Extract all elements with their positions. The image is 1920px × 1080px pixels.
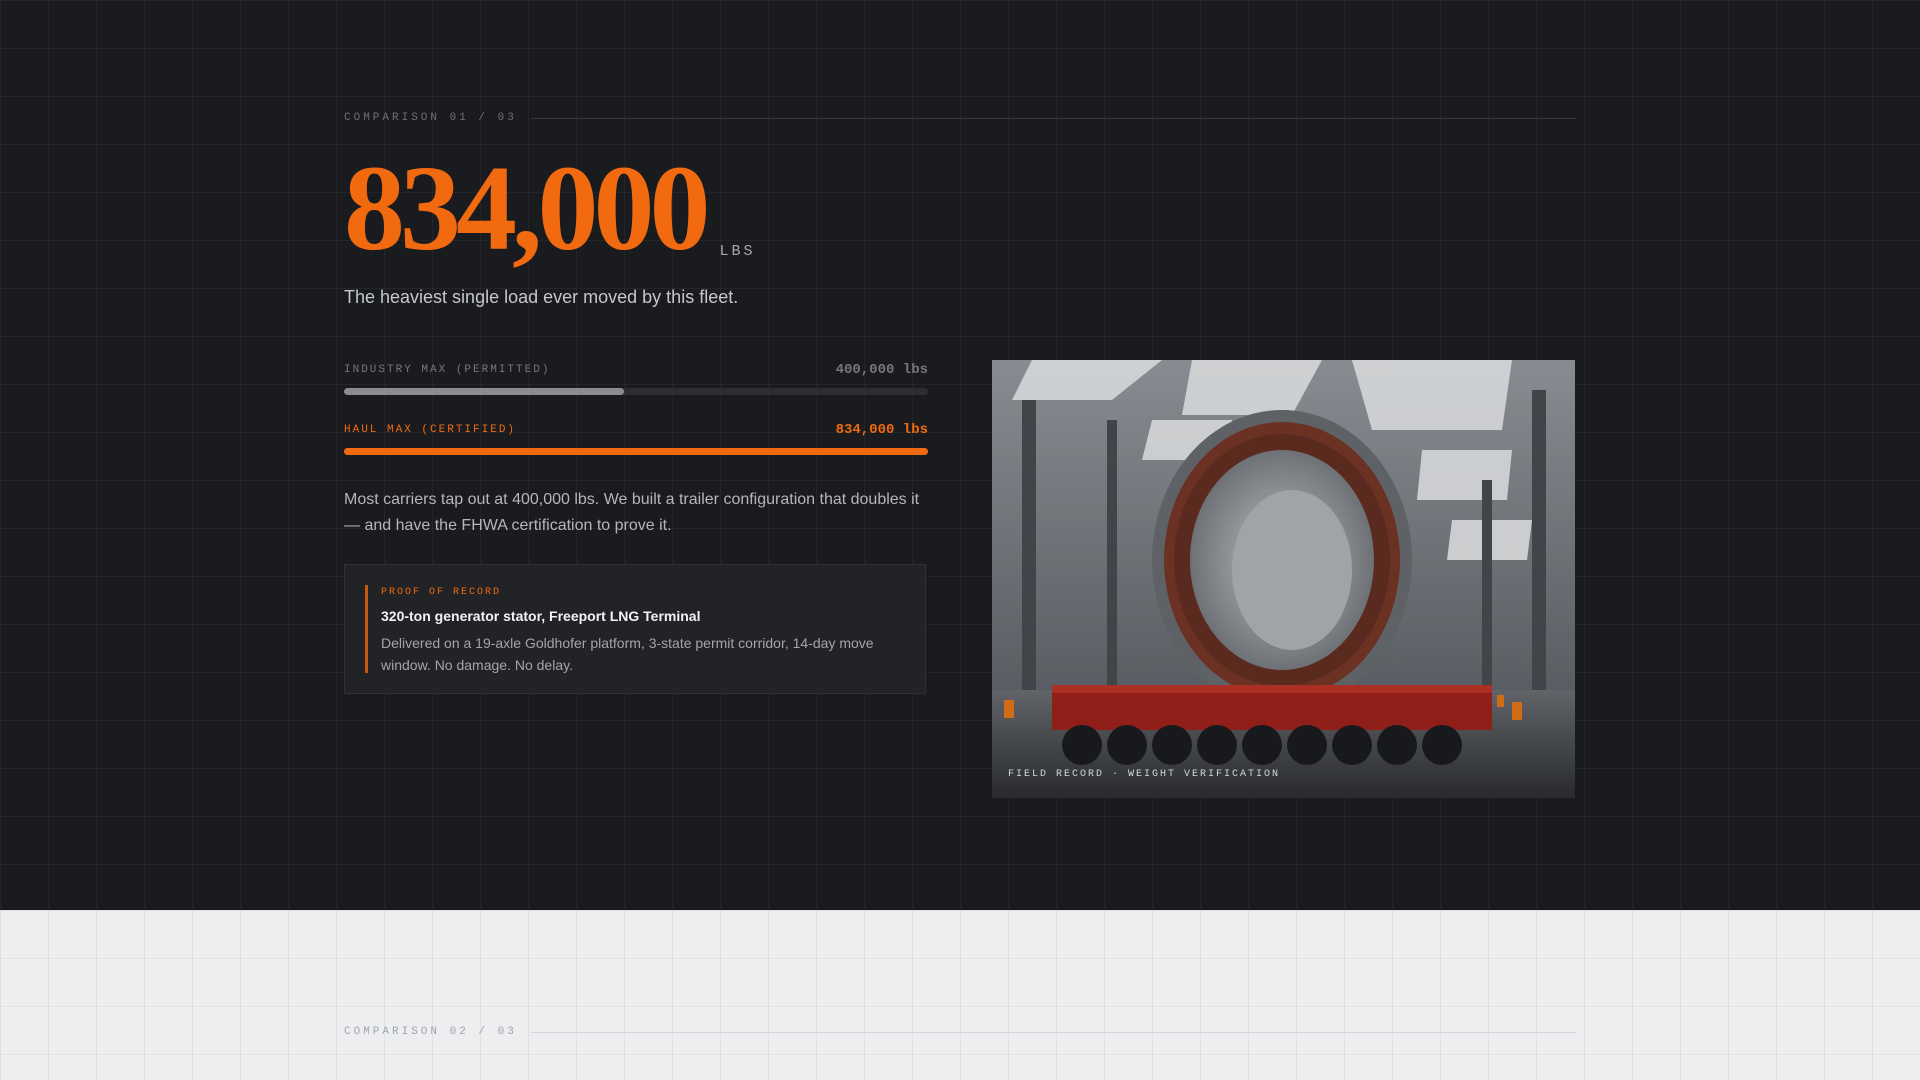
headline-stat: 834,000 LBS	[344, 148, 756, 270]
kicker-text: COMPARISON 01 / 03	[344, 112, 517, 124]
bar-fill	[344, 388, 625, 395]
proof-of-record-card: PROOF OF RECORD 320-ton generator stator…	[344, 564, 926, 694]
proof-tag: PROOF OF RECORD	[381, 587, 502, 598]
haul-max-bar: HAUL MAX (CERTIFIED) 834,000 lbs	[344, 422, 928, 455]
bar-track	[344, 448, 928, 455]
bar-track	[344, 388, 928, 395]
bar-label: INDUSTRY MAX (PERMITTED)	[344, 364, 551, 376]
headline-value: 834,000	[344, 141, 710, 276]
photo-caption: FIELD RECORD · WEIGHT VERIFICATION	[1008, 769, 1281, 780]
headline-unit: LBS	[719, 243, 756, 260]
bar-label: HAUL MAX (CERTIFIED)	[344, 424, 517, 436]
tagline: The heaviest single load ever moved by t…	[344, 287, 739, 307]
kicker-text: COMPARISON 02 / 03	[344, 1026, 517, 1038]
field-record-photo: FIELD RECORD · WEIGHT VERIFICATION	[992, 360, 1575, 798]
body-copy: Most carriers tap out at 400,000 lbs. We…	[344, 491, 920, 534]
kicker-rule	[530, 1031, 1576, 1033]
proof-description: Delivered on a 19-axle Goldhofer platfor…	[381, 635, 874, 673]
bar-value: 834,000 lbs	[835, 422, 928, 438]
section-kicker-2: COMPARISON 02 / 03	[344, 1026, 1576, 1038]
section-kicker: COMPARISON 01 / 03	[344, 112, 1576, 124]
proof-title: 320-ton generator stator, Freeport LNG T…	[381, 608, 701, 624]
kicker-rule	[530, 117, 1576, 119]
bar-fill	[344, 448, 928, 455]
industry-max-bar: INDUSTRY MAX (PERMITTED) 400,000 lbs	[344, 362, 928, 395]
comparison-section-dark: COMPARISON 01 / 03 834,000 LBS The heavi…	[0, 0, 1920, 910]
comparison-section-light: COMPARISON 02 / 03	[0, 910, 1920, 1080]
bar-value: 400,000 lbs	[835, 362, 928, 378]
proof-accent-bar	[365, 585, 368, 673]
generator-stator-illustration	[992, 360, 1575, 798]
